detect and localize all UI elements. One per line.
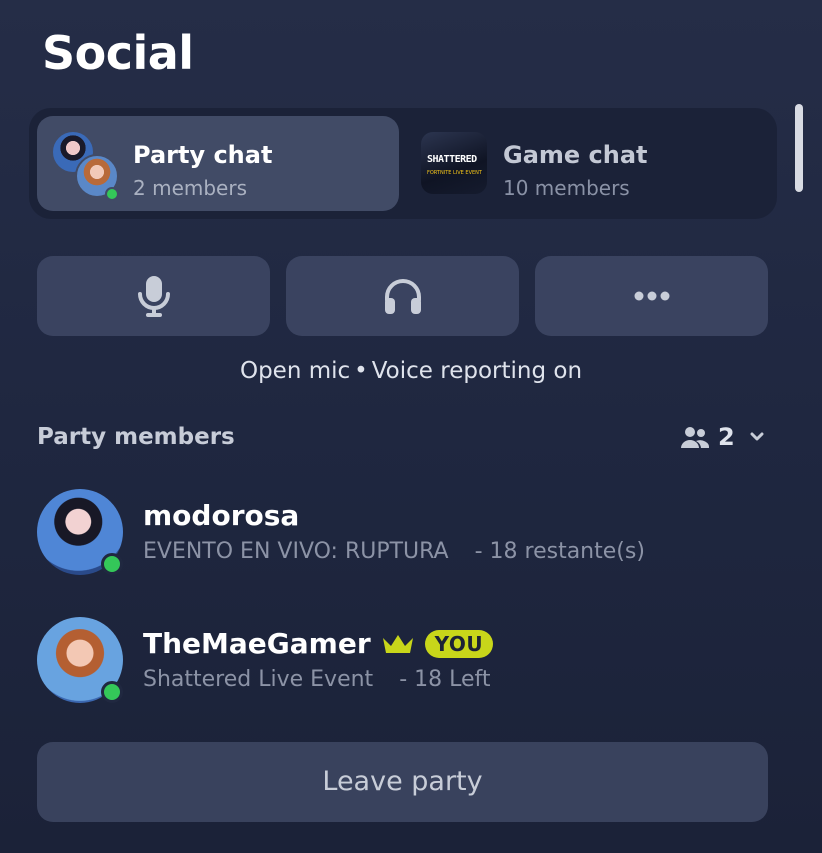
microphone-button[interactable] xyxy=(37,256,270,336)
crown-icon xyxy=(382,634,413,653)
voice-reporting-label: Voice reporting on xyxy=(371,358,583,384)
member-row[interactable]: modorosa EVENTO EN VIVO: RUPTURA - 18 res… xyxy=(37,489,777,589)
more-options-button[interactable] xyxy=(535,256,768,336)
game-thumbnail-title: SHATTERED xyxy=(427,154,477,165)
page-title: Social xyxy=(42,26,194,80)
online-status-dot xyxy=(101,553,123,575)
game-thumbnail: SHATTERED FORTNITE LIVE EVENT xyxy=(421,132,487,194)
headphones-icon xyxy=(384,279,421,314)
tab-subtitle: 2 members xyxy=(133,176,247,200)
mic-mode-label: Open mic xyxy=(239,358,351,384)
party-members-header: Party members xyxy=(37,424,235,450)
members-count-value: 2 xyxy=(718,423,735,451)
leave-party-button[interactable]: Leave party xyxy=(37,742,768,822)
separator-dot: • xyxy=(354,358,368,384)
member-activity: EVENTO EN VIVO: RUPTURA - 18 restante(s) xyxy=(143,539,645,564)
microphone-icon xyxy=(137,276,170,317)
chevron-down-icon xyxy=(750,432,764,441)
voice-status: Open mic • Voice reporting on xyxy=(0,358,822,384)
member-name-text: TheMaeGamer xyxy=(143,627,371,660)
scrollbar-thumb[interactable] xyxy=(795,104,803,192)
tab-title: Game chat xyxy=(503,141,648,169)
member-activity: Shattered Live Event - 18 Left xyxy=(143,667,491,692)
people-icon xyxy=(681,427,710,448)
member-name: TheMaeGamer YOU xyxy=(143,627,494,660)
member-activity-text: Shattered Live Event xyxy=(143,667,374,692)
member-name-text: modorosa xyxy=(143,499,300,532)
member-name: modorosa xyxy=(143,499,299,532)
member-time-remaining: - 18 restante(s) xyxy=(474,539,645,564)
game-thumbnail-subtitle: FORTNITE LIVE EVENT xyxy=(427,170,482,176)
tab-subtitle: 10 members xyxy=(503,176,630,200)
headphones-button[interactable] xyxy=(286,256,519,336)
chat-tabs: Party chat 2 members SHATTERED FORTNITE … xyxy=(29,108,777,219)
party-avatar-stack xyxy=(51,130,121,201)
members-count-dropdown[interactable]: 2 xyxy=(680,420,765,454)
you-badge: YOU xyxy=(424,629,494,658)
online-status-dot xyxy=(101,681,123,703)
more-dots-icon xyxy=(634,291,669,301)
online-status-dot xyxy=(105,187,119,201)
member-time-remaining: - 18 Left xyxy=(399,667,491,692)
tab-game-chat[interactable]: SHATTERED FORTNITE LIVE EVENT Game chat … xyxy=(411,116,773,211)
member-row[interactable]: TheMaeGamer YOU Shattered Live Event - 18… xyxy=(37,617,777,717)
tab-party-chat[interactable]: Party chat 2 members xyxy=(37,116,399,211)
member-activity-text: EVENTO EN VIVO: RUPTURA xyxy=(143,539,449,564)
tab-title: Party chat xyxy=(133,141,273,169)
